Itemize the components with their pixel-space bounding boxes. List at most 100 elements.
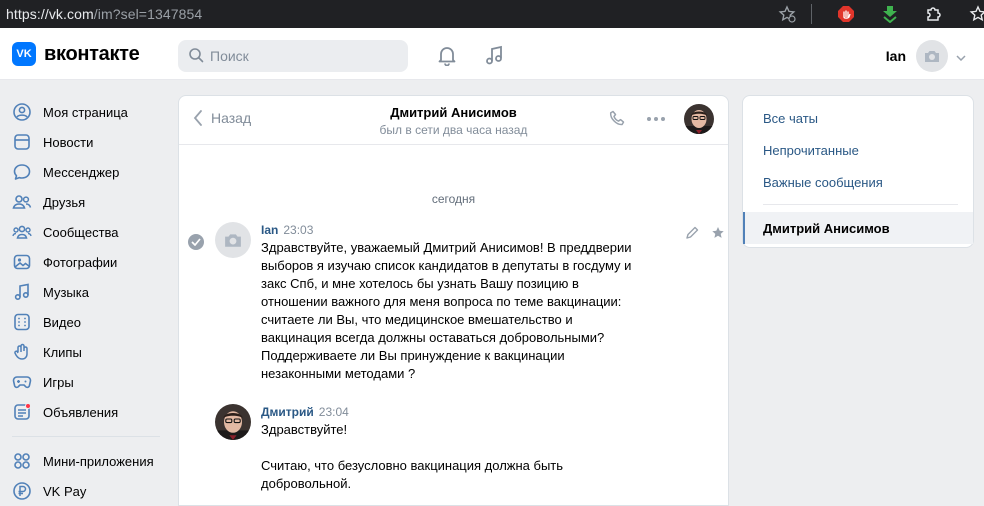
message-line: закс Спб, и мне хотелось бы узнать Вашу … bbox=[261, 276, 579, 291]
nav-games[interactable]: Игры bbox=[12, 367, 172, 397]
vk-logo-text: вконтакте bbox=[44, 42, 140, 65]
music-icon bbox=[12, 282, 32, 302]
peer-avatar[interactable] bbox=[684, 104, 714, 134]
filter-unread[interactable]: Непрочитанные bbox=[743, 134, 973, 166]
search-icon bbox=[188, 47, 204, 66]
nav-vk-pay[interactable]: VK Pay bbox=[12, 476, 172, 506]
message-author[interactable]: Дмитрий bbox=[261, 405, 314, 419]
user-name: Ian bbox=[885, 48, 906, 64]
camera-placeholder-icon bbox=[925, 51, 939, 62]
filter-important[interactable]: Важные сообщения bbox=[743, 166, 973, 198]
camera-placeholder-icon bbox=[225, 234, 241, 247]
nav-label: Моя страница bbox=[43, 104, 128, 120]
avatar[interactable] bbox=[215, 404, 251, 440]
url-path: /im?sel=1347854 bbox=[93, 6, 203, 22]
user-menu[interactable]: Ian bbox=[886, 40, 966, 72]
message-line: Поддерживаете ли Вы принуждение к вакцин… bbox=[261, 348, 565, 363]
call-phone-icon[interactable] bbox=[608, 109, 628, 129]
nav-communities[interactable]: Сообщества bbox=[12, 217, 172, 247]
vk-logo-mark: VK bbox=[12, 42, 36, 66]
message-line: Здравствуйте, уважаемый Дмитрий Анисимов… bbox=[261, 240, 632, 255]
notifications-bell-icon[interactable] bbox=[436, 44, 458, 67]
message-line: выборов я изучаю список кандидатов в деп… bbox=[261, 258, 632, 273]
message-time[interactable]: 23:03 bbox=[283, 223, 313, 237]
nav-classifieds[interactable]: Объявления bbox=[12, 397, 172, 427]
message-line: незаконными методами ? bbox=[261, 366, 416, 381]
message-line: добровольной. bbox=[261, 476, 352, 491]
toolbar-separator bbox=[811, 4, 812, 24]
nav-label: Фотографии bbox=[43, 254, 118, 270]
video-icon bbox=[12, 312, 32, 332]
nav-label: Видео bbox=[43, 314, 81, 330]
bookmark-star-icon[interactable] bbox=[777, 4, 797, 24]
message-line: Считаю, что безусловно вакцинация должна… bbox=[261, 458, 564, 473]
nav-clips[interactable]: Клипы bbox=[12, 337, 172, 367]
conversation-panel: Назад Дмитрий Анисимов был в сети два ча… bbox=[178, 95, 729, 506]
address-bar[interactable]: https://vk.com/im?sel=1347854 bbox=[0, 6, 202, 22]
selected-check-icon[interactable] bbox=[188, 234, 204, 250]
search-box[interactable] bbox=[178, 40, 408, 72]
nav-label: Музыка bbox=[43, 284, 89, 300]
download-extension-icon[interactable] bbox=[880, 4, 900, 24]
notification-dot bbox=[25, 403, 31, 409]
nav-label: VK Pay bbox=[43, 483, 87, 499]
nav-video[interactable]: Видео bbox=[12, 307, 172, 337]
chevron-down-icon bbox=[956, 49, 966, 64]
chat-filters-panel: Все чаты Непрочитанные Важные сообщения … bbox=[742, 95, 974, 248]
message-line: вакцинация всегда должны оставаться добр… bbox=[261, 330, 605, 345]
message-icon bbox=[12, 162, 32, 182]
nav-photos[interactable]: Фотографии bbox=[12, 247, 172, 277]
conversation-header: Назад Дмитрий Анисимов был в сети два ча… bbox=[179, 96, 728, 145]
nav-label: Мини-приложения bbox=[43, 453, 154, 469]
message-author[interactable]: Ian bbox=[261, 223, 278, 237]
nav-music[interactable]: Музыка bbox=[12, 277, 172, 307]
message-time[interactable]: 23:04 bbox=[319, 405, 349, 419]
panel-divider bbox=[763, 204, 958, 205]
nav-news[interactable]: Новости bbox=[12, 127, 172, 157]
adblock-extension-icon[interactable] bbox=[836, 4, 856, 24]
favorites-star-icon[interactable] bbox=[968, 4, 984, 24]
message-line: Здравствуйте! bbox=[261, 422, 348, 437]
vk-logo[interactable]: VK вконтакте bbox=[12, 42, 140, 66]
filter-all-chats[interactable]: Все чаты bbox=[743, 102, 973, 134]
url-host: https://vk.com bbox=[6, 6, 94, 22]
newsfeed-icon bbox=[12, 132, 32, 152]
avatar[interactable] bbox=[215, 222, 251, 258]
nav-label: Мессенджер bbox=[43, 164, 120, 180]
message-text: Здравствуйте! Считаю, что безусловно вак… bbox=[261, 421, 685, 493]
vkpay-icon bbox=[12, 481, 32, 501]
message-line bbox=[261, 439, 685, 457]
message-item[interactable]: Ian 23:03 Здравствуйте, уважаемый Дмитрий… bbox=[188, 222, 724, 383]
search-input[interactable] bbox=[210, 48, 400, 64]
photo-icon bbox=[12, 252, 32, 272]
nav-mini-apps[interactable]: Мини-приложения bbox=[12, 446, 172, 476]
nav-my-page[interactable]: Моя страница bbox=[12, 97, 172, 127]
user-circle-icon bbox=[12, 102, 32, 122]
music-note-icon[interactable] bbox=[483, 44, 505, 66]
classifieds-icon bbox=[12, 402, 32, 422]
message-item[interactable]: Дмитрий 23:04 Здравствуйте! Считаю, что б… bbox=[215, 404, 685, 493]
nav-label: Новости bbox=[43, 134, 94, 150]
important-star-icon[interactable] bbox=[711, 226, 725, 243]
nav-friends[interactable]: Друзья bbox=[12, 187, 172, 217]
edit-pencil-icon[interactable] bbox=[685, 226, 699, 243]
left-sidebar: Моя страница Новости Мессенджер Друзья С… bbox=[12, 97, 172, 506]
nav-label: Сообщества bbox=[43, 224, 119, 240]
extensions-puzzle-icon[interactable] bbox=[924, 4, 944, 24]
active-chat-item[interactable]: Дмитрий Анисимов bbox=[743, 212, 973, 244]
nav-label: Объявления bbox=[43, 404, 119, 420]
nav-label: Игры bbox=[43, 374, 74, 390]
message-text: Здравствуйте, уважаемый Дмитрий Анисимов… bbox=[261, 239, 685, 383]
nav-messenger[interactable]: Мессенджер bbox=[12, 157, 172, 187]
user-avatar bbox=[916, 40, 948, 72]
message-line: считаете ли Вы, что медицинское вмешател… bbox=[261, 312, 573, 327]
nav-label: Друзья bbox=[43, 194, 86, 210]
more-options-icon[interactable] bbox=[646, 116, 666, 122]
clips-icon bbox=[12, 342, 32, 362]
date-separator: сегодня bbox=[431, 192, 476, 206]
message-line: отношении важного для меня вопроса по те… bbox=[261, 294, 622, 309]
browser-toolbar: https://vk.com/im?sel=1347854 bbox=[0, 0, 984, 28]
friends-icon bbox=[12, 192, 32, 212]
sidebar-divider bbox=[12, 436, 160, 437]
site-header: VK вконтакте Ian bbox=[0, 28, 984, 80]
